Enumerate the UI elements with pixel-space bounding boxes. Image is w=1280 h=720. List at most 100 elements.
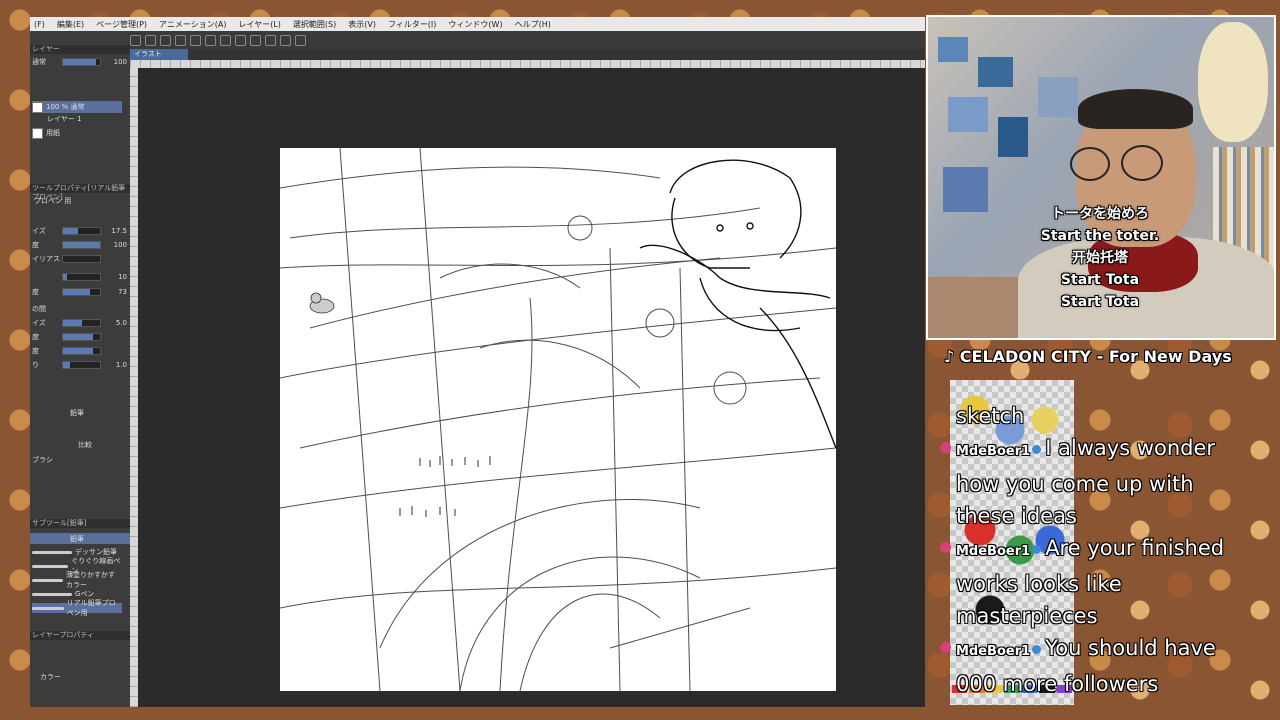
open-file-icon[interactable] xyxy=(145,34,156,46)
subtool-group-tab[interactable]: 鉛筆 xyxy=(30,533,130,544)
tab-illustration[interactable]: イラスト xyxy=(130,49,188,60)
brush-item-selected[interactable]: リアル鉛筆プロペン用 xyxy=(32,599,122,617)
property-slider[interactable] xyxy=(62,332,101,341)
menu-item-view[interactable]: 表示(V) xyxy=(348,19,376,30)
property-row[interactable]: 度 73 xyxy=(30,286,130,297)
brush-stroke-preview xyxy=(32,564,69,568)
property-label: 度 xyxy=(32,346,39,355)
property-label: 度 xyxy=(32,332,39,341)
blend-mode-select[interactable]: 通常 xyxy=(30,57,62,67)
chat-message: MdeBoer1 I always wonder how you come up … xyxy=(940,432,1240,532)
property-row[interactable]: 度 xyxy=(30,331,130,342)
chat-message: sketch xyxy=(940,400,1240,432)
fill-icon[interactable] xyxy=(295,34,306,46)
save-icon[interactable] xyxy=(160,34,171,46)
property-slider[interactable] xyxy=(62,226,101,235)
menu-item-window[interactable]: ウィンドウ(W) xyxy=(448,19,502,30)
property-slider[interactable] xyxy=(62,272,101,281)
select-all-icon[interactable] xyxy=(235,34,246,46)
pen-mode-value: 鉛筆 xyxy=(70,408,84,417)
anti-alias-selector[interactable] xyxy=(62,254,101,263)
layer-panel-header: レイヤー xyxy=(30,45,130,54)
layer-item-paper[interactable]: 用紙 xyxy=(32,127,122,139)
property-value: 10 xyxy=(118,272,127,281)
chat-username: MdeBoer1 xyxy=(956,444,1031,459)
mod-badge-icon xyxy=(940,642,951,653)
crop-icon[interactable] xyxy=(280,34,291,46)
property-slider[interactable] xyxy=(62,360,101,369)
property-row[interactable]: イズ 5.0 xyxy=(30,317,130,328)
property-row[interactable]: イズ 17.5 xyxy=(30,225,130,236)
property-row: の間 xyxy=(30,303,130,314)
property-label: の間 xyxy=(32,304,46,313)
menu-item-animation[interactable]: アニメーション(A) xyxy=(159,19,226,30)
caption-line: 开始托塔 xyxy=(1072,250,1128,266)
clear-icon[interactable] xyxy=(205,34,216,46)
brush-header-row: ブラシ xyxy=(30,454,130,465)
invert-selection-icon[interactable] xyxy=(265,34,276,46)
property-slider[interactable] xyxy=(62,346,101,355)
property-row[interactable]: 度 xyxy=(30,345,130,356)
caption-line: Start Tota xyxy=(1060,294,1140,310)
pen-mode-row[interactable]: 鉛筆 xyxy=(30,407,130,418)
mod-badge-icon xyxy=(940,542,951,553)
property-row[interactable]: 度 100 xyxy=(30,239,130,250)
command-toolbar xyxy=(30,31,925,49)
horizontal-ruler xyxy=(130,60,925,68)
color-row[interactable]: カラー xyxy=(30,671,130,682)
menu-item-layer[interactable]: レイヤー(L) xyxy=(238,19,280,30)
menu-item-help[interactable]: ヘルプ(H) xyxy=(515,19,551,30)
opacity-slider[interactable] xyxy=(62,57,101,66)
subtool-header: サブツール[鉛筆] xyxy=(30,519,130,528)
glasses-icon xyxy=(1121,145,1163,181)
menu-item-page[interactable]: ページ管理(P) xyxy=(96,19,147,30)
vertical-ruler xyxy=(130,68,138,707)
layer-item-sub[interactable]: レイヤー 1 xyxy=(32,113,122,125)
verified-badge-icon xyxy=(1032,444,1042,454)
apply-method-row[interactable]: 比較 xyxy=(30,439,130,450)
new-file-icon[interactable] xyxy=(130,34,141,46)
tool-name: プロペン 用 xyxy=(34,196,72,205)
verified-badge-icon xyxy=(1032,644,1042,654)
property-label: イリアス xyxy=(32,254,60,263)
chat-username: MdeBoer1 xyxy=(956,644,1031,659)
chat-overlay: sketch MdeBoer1 I always wonder how you c… xyxy=(940,400,1240,700)
brush-header: ブラシ xyxy=(32,455,53,464)
redo-icon[interactable] xyxy=(190,34,201,46)
deselect-icon[interactable] xyxy=(250,34,261,46)
layer-name: 用紙 xyxy=(46,129,60,137)
property-slider[interactable] xyxy=(62,287,101,296)
transform-icon[interactable] xyxy=(220,34,231,46)
brush-item[interactable]: 薄塗りかすかす カラー xyxy=(32,571,122,589)
menu-item-selection[interactable]: 選択範囲(S) xyxy=(293,19,336,30)
streamer-hair xyxy=(1078,89,1193,129)
property-value: 17.5 xyxy=(111,226,127,235)
brush-stroke-preview xyxy=(32,578,63,582)
property-label: イズ xyxy=(32,226,46,235)
apply-method-select[interactable]: 比較 xyxy=(30,440,92,450)
drawing-canvas[interactable] xyxy=(279,147,837,692)
property-value: 100 xyxy=(113,240,127,249)
property-slider[interactable] xyxy=(62,318,101,327)
property-slider[interactable] xyxy=(62,240,101,249)
caption-line: トータを始めろ xyxy=(1051,206,1149,222)
property-label: 度 xyxy=(32,287,39,296)
layer-property-header: レイヤープロパティ xyxy=(30,631,130,640)
teddy-bear xyxy=(1198,22,1268,142)
property-value: 73 xyxy=(118,287,127,296)
layer-item-1[interactable]: 100 % 通常 xyxy=(32,101,122,113)
property-label: 度 xyxy=(32,240,39,249)
undo-icon[interactable] xyxy=(175,34,186,46)
menu-item-file[interactable]: (F) xyxy=(34,20,45,29)
property-row[interactable]: 10 xyxy=(30,271,130,282)
layer-thumbnail xyxy=(32,127,43,139)
property-row[interactable]: イリアス xyxy=(30,253,130,264)
layer-name: 100 % 通常 xyxy=(46,103,85,111)
menu-item-filter[interactable]: フィルター(I) xyxy=(388,19,436,30)
menu-item-edit[interactable]: 編集(E) xyxy=(57,19,84,30)
sketch-artwork xyxy=(279,147,837,692)
property-row[interactable]: り 1.0 xyxy=(30,359,130,370)
color-select[interactable]: カラー xyxy=(30,672,61,682)
menu-bar: (F) 編集(E) ページ管理(P) アニメーション(A) レイヤー(L) 選択… xyxy=(30,17,925,31)
caption-line: Start Tota xyxy=(1060,272,1140,288)
